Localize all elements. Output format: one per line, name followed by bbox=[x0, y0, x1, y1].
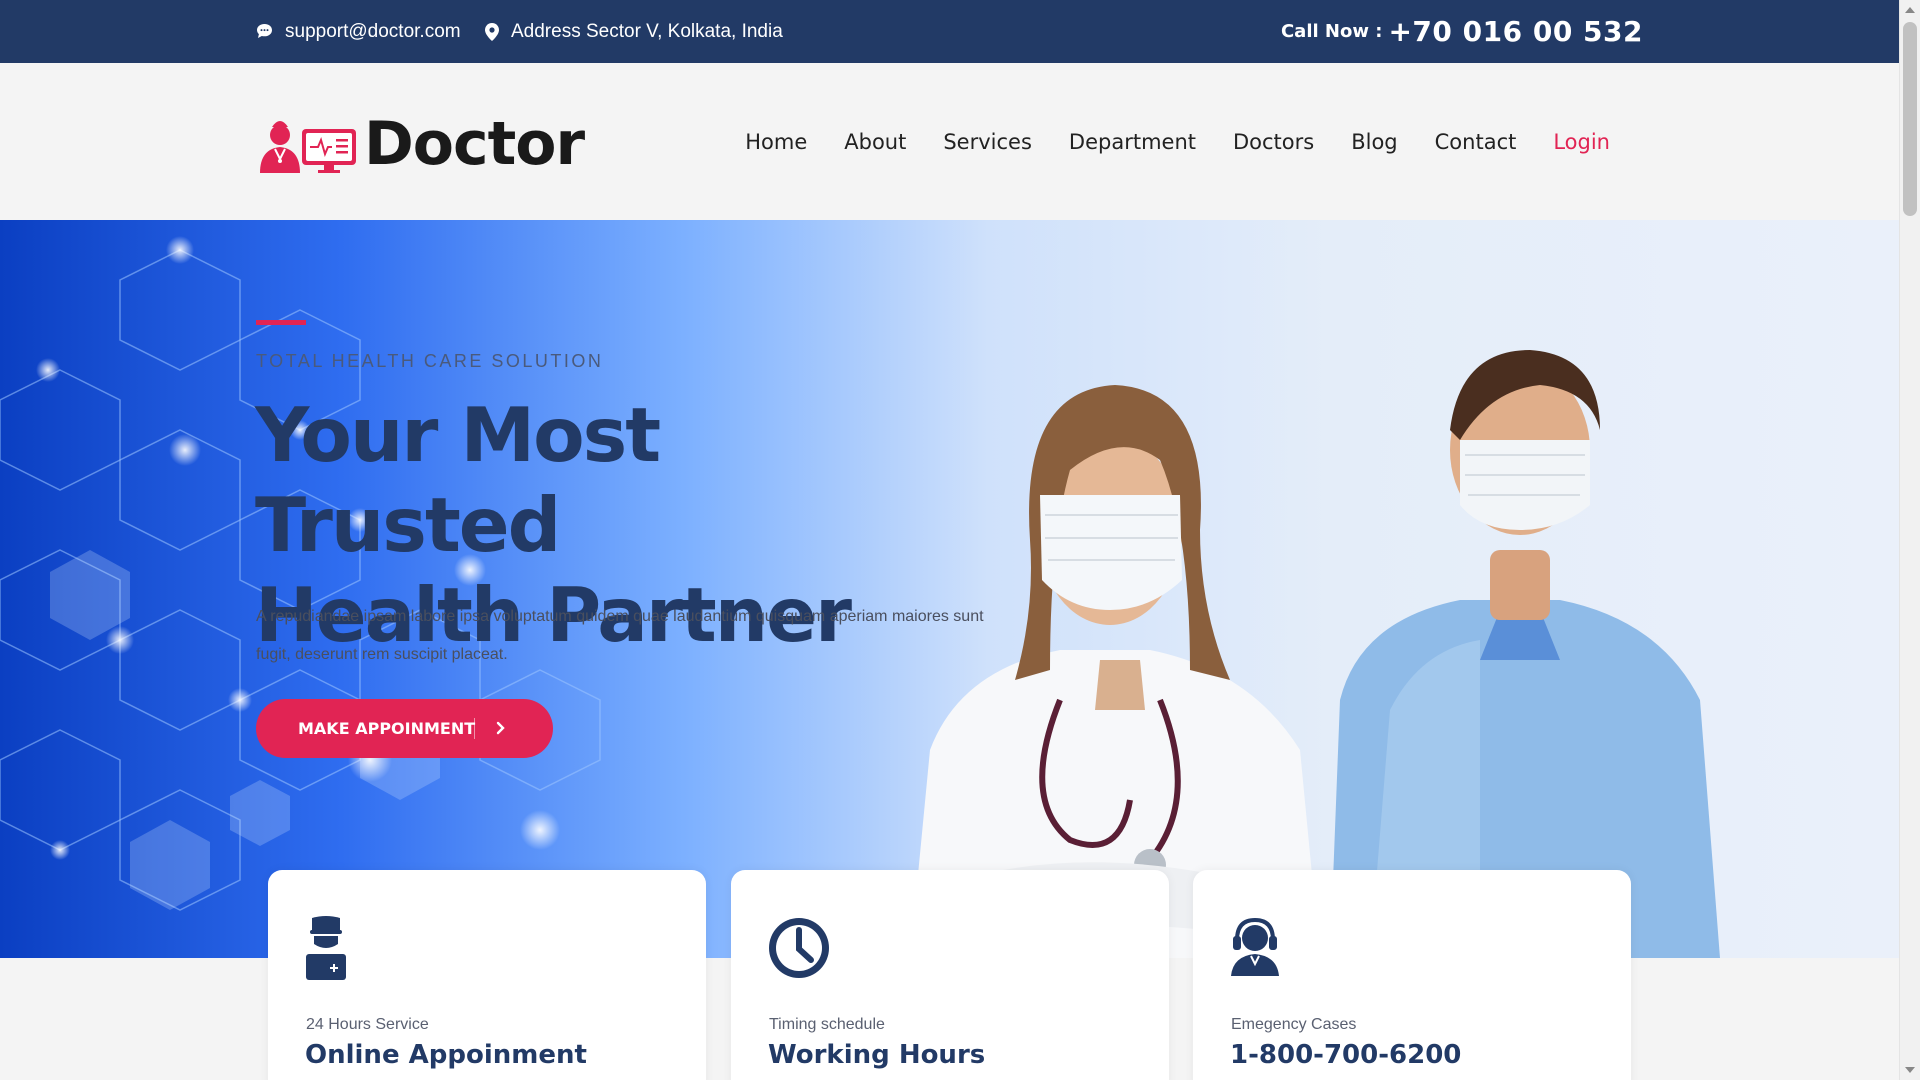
nav-services[interactable]: Services bbox=[943, 130, 1032, 154]
top-bar: support@doctor.com Address Sector V, Kol… bbox=[0, 0, 1899, 63]
email-text: support@doctor.com bbox=[285, 20, 461, 42]
nav-home[interactable]: Home bbox=[745, 130, 807, 154]
main-nav: Home About Services Department Doctors B… bbox=[745, 63, 1610, 220]
feature-small-text: Timing schedule bbox=[769, 1016, 885, 1033]
hero-title-line-1: Your Most Trusted bbox=[255, 391, 661, 569]
site-header: Doctor Home About Services Department Do… bbox=[0, 63, 1899, 220]
page-scrollbar[interactable] bbox=[1899, 0, 1920, 1080]
nav-about[interactable]: About bbox=[844, 130, 906, 154]
logo-text: Doctor bbox=[364, 109, 585, 179]
cta-label: MAKE APPOINMENT bbox=[298, 719, 476, 738]
feature-small-text: 24 Hours Service bbox=[306, 1016, 429, 1033]
site-logo[interactable]: Doctor bbox=[256, 109, 585, 179]
cta-divider bbox=[474, 718, 475, 739]
doctor-logo-icon bbox=[260, 121, 356, 173]
email-contact[interactable]: support@doctor.com bbox=[256, 0, 461, 63]
feature-card-emergency[interactable]: Emegency Cases 1-800-700-6200 bbox=[1193, 870, 1631, 1080]
accent-line bbox=[256, 320, 306, 325]
hero-banner: TOTAL HEALTH CARE SOLUTION Your Most Tru… bbox=[0, 220, 1899, 958]
doctors-photo bbox=[910, 350, 1720, 958]
address-info: Address Sector V, Kolkata, India bbox=[485, 0, 783, 63]
feature-card-working-hours[interactable]: Timing schedule Working Hours bbox=[731, 870, 1169, 1080]
call-label: Call Now : bbox=[1280, 21, 1383, 42]
doctor-icon bbox=[306, 916, 346, 980]
call-number[interactable]: +70 016 00 532 bbox=[1388, 15, 1643, 48]
chat-bubble-icon bbox=[257, 24, 272, 38]
chevron-right-icon bbox=[496, 721, 505, 735]
scrollbar-thumb[interactable] bbox=[1903, 22, 1917, 216]
nav-department[interactable]: Department bbox=[1069, 130, 1196, 154]
nav-contact[interactable]: Contact bbox=[1435, 130, 1517, 154]
nav-doctors[interactable]: Doctors bbox=[1233, 130, 1314, 154]
feature-card-online-appointment[interactable]: 24 Hours Service Online Appoinment bbox=[268, 870, 706, 1080]
call-now[interactable]: Call Now : +70 016 00 532 bbox=[1281, 0, 1643, 63]
hero-description: A repudiandae ipsam labore ipsa voluptat… bbox=[256, 608, 984, 663]
clock-icon bbox=[769, 918, 829, 978]
scroll-up-arrow[interactable] bbox=[1905, 7, 1915, 13]
nav-blog[interactable]: Blog bbox=[1351, 130, 1397, 154]
make-appointment-button[interactable]: MAKE APPOINMENT bbox=[256, 699, 553, 758]
feature-title: Working Hours bbox=[768, 1040, 986, 1070]
feature-title: 1-800-700-6200 bbox=[1230, 1040, 1462, 1070]
hero-subtitle: TOTAL HEALTH CARE SOLUTION bbox=[256, 351, 604, 371]
address-text: Address Sector V, Kolkata, India bbox=[511, 20, 783, 42]
headset-icon bbox=[1231, 917, 1279, 976]
scroll-down-arrow[interactable] bbox=[1905, 1067, 1915, 1073]
nav-login[interactable]: Login bbox=[1553, 130, 1610, 154]
feature-title: Online Appoinment bbox=[305, 1040, 587, 1070]
feature-small-text: Emegency Cases bbox=[1231, 1016, 1357, 1033]
map-pin-icon bbox=[485, 22, 499, 41]
